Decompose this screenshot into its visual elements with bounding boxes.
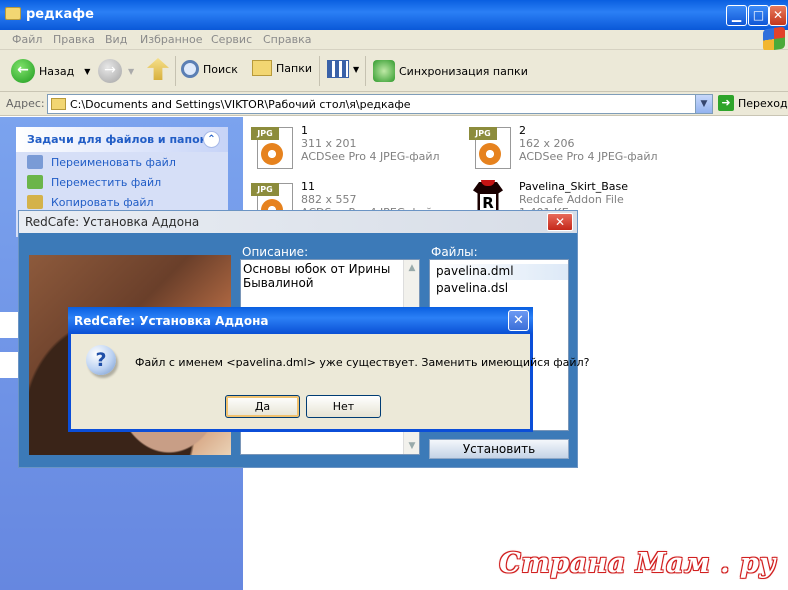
toolbar-separator xyxy=(319,56,320,86)
dialog-message: Файл с именем <pavelina.dml> уже существ… xyxy=(135,356,590,369)
maximize-button[interactable]: □ xyxy=(748,5,769,26)
replace-file-dialog: RedCafe: Установка Аддона ✕ ? Файл с име… xyxy=(68,307,589,432)
scroll-down-icon[interactable]: ▼ xyxy=(405,439,419,453)
file-type: ACDSee Pro 4 JPEG-файл xyxy=(301,150,440,163)
scroll-up-icon[interactable]: ▲ xyxy=(405,261,419,275)
menu-edit[interactable]: Правка xyxy=(53,33,95,46)
explorer-titlebar: редкафе ▁ □ ✕ xyxy=(0,0,788,30)
copy-icon xyxy=(27,195,43,209)
file-dimensions: 162 x 206 xyxy=(519,137,575,150)
views-button[interactable]: ▼ xyxy=(327,60,359,78)
toolbar-separator xyxy=(365,56,366,86)
go-arrow-icon: ➜ xyxy=(718,95,734,111)
menu-tools[interactable]: Сервис xyxy=(211,33,252,46)
file-type: ACDSee Pro 4 JPEG-файл xyxy=(519,150,658,163)
go-label: Переход xyxy=(738,96,788,110)
file-dimensions: 311 x 201 xyxy=(301,137,357,150)
address-input[interactable]: C:\Documents and Settings\VIKTOR\Рабочий… xyxy=(47,94,713,114)
search-button[interactable]: Поиск xyxy=(181,60,238,78)
back-button[interactable]: ← Назад ▼ xyxy=(11,59,90,83)
task-rename-label: Переименовать файл xyxy=(51,156,176,169)
go-button[interactable]: ➜ Переход xyxy=(718,95,788,111)
pane-strip xyxy=(0,312,20,338)
file-name: 2 xyxy=(519,124,526,137)
toolbar: ← Назад ▼ → ▼ Поиск Папки ▼ Синхронизаци… xyxy=(0,50,788,92)
file-type: Redcafe Addon File xyxy=(519,193,624,206)
up-arrow-icon xyxy=(147,58,169,80)
minimize-button[interactable]: ▁ xyxy=(726,5,747,26)
task-copy[interactable]: Копировать файл xyxy=(16,192,228,212)
chevron-down-icon[interactable]: ▼ xyxy=(695,95,712,113)
folders-label: Папки xyxy=(276,61,312,75)
sync-icon xyxy=(373,60,395,82)
address-label: Адрес: xyxy=(6,97,45,110)
window-title: редкафе xyxy=(26,7,94,22)
back-arrow-icon: ← xyxy=(11,59,35,83)
task-copy-label: Копировать файл xyxy=(51,196,154,209)
dialog-title: RedCafe: Установка Аддона xyxy=(74,314,269,328)
dialog-titlebar: RedCafe: Установка Аддона ✕ xyxy=(68,307,533,334)
sync-folder-button[interactable]: Синхронизация папки xyxy=(373,60,528,82)
collapse-icon[interactable]: ⌃ xyxy=(203,131,220,148)
folder-icon xyxy=(5,7,21,20)
back-label: Назад xyxy=(39,64,75,78)
addon-window-titlebar: RedCafe: Установка Аддона ✕ xyxy=(19,211,577,233)
list-item[interactable]: pavelina.dml xyxy=(430,264,568,280)
move-icon xyxy=(27,175,43,189)
task-move-label: Переместить файл xyxy=(51,176,162,189)
close-icon[interactable]: ✕ xyxy=(508,310,529,331)
file-tasks-header[interactable]: Задачи для файлов и папок ⌃ xyxy=(16,127,228,152)
chevron-down-icon[interactable]: ▼ xyxy=(84,67,90,76)
search-label: Поиск xyxy=(203,62,238,76)
menu-favorites[interactable]: Избранное xyxy=(140,33,202,46)
task-move[interactable]: Переместить файл xyxy=(16,172,228,192)
list-item[interactable]: pavelina.dsl xyxy=(430,281,568,297)
addon-window-title: RedCafe: Установка Аддона xyxy=(25,215,200,229)
close-icon[interactable]: ✕ xyxy=(547,213,573,231)
address-value: C:\Documents and Settings\VIKTOR\Рабочий… xyxy=(70,98,411,111)
file-dimensions: 882 x 557 xyxy=(301,193,357,206)
chevron-down-icon[interactable]: ▼ xyxy=(128,67,134,76)
jpg-file-icon: JPG xyxy=(467,124,513,170)
description-text: Основы юбок от Ирины Бывалиной xyxy=(243,262,391,290)
forward-arrow-icon: → xyxy=(98,59,122,83)
task-rename[interactable]: Переименовать файл xyxy=(16,152,228,172)
install-button[interactable]: Установить xyxy=(429,439,569,459)
folders-button[interactable]: Папки xyxy=(252,60,312,76)
forward-button[interactable]: → ▼ xyxy=(98,59,134,83)
file-name: 11 xyxy=(301,180,315,193)
jpg-file-icon: JPG xyxy=(249,124,295,170)
file-tasks-title: Задачи для файлов и папок xyxy=(27,133,208,146)
folders-icon xyxy=(252,60,272,76)
menu-help[interactable]: Справка xyxy=(263,33,311,46)
file-name: 1 xyxy=(301,124,308,137)
description-label: Описание: xyxy=(242,245,309,259)
menu-bar: Файл Правка Вид Избранное Сервис Справка xyxy=(0,30,788,50)
menu-view[interactable]: Вид xyxy=(105,33,127,46)
toolbar-separator xyxy=(175,56,176,86)
watermark-logo: Страна Мам . ру xyxy=(499,548,776,579)
files-label: Файлы: xyxy=(431,245,478,259)
search-icon xyxy=(181,60,199,78)
menu-file[interactable]: Файл xyxy=(12,33,42,46)
file-item-1[interactable]: JPG 1 311 x 201 ACDSee Pro 4 JPEG-файл xyxy=(249,124,449,172)
file-name: Pavelina_Skirt_Base xyxy=(519,180,629,193)
pane-strip xyxy=(0,352,20,378)
yes-button[interactable]: Да xyxy=(225,395,300,418)
close-button[interactable]: ✕ xyxy=(769,5,787,26)
file-item-2[interactable]: JPG 2 162 x 206 ACDSee Pro 4 JPEG-файл xyxy=(467,124,667,172)
sync-label: Синхронизация папки xyxy=(399,64,528,78)
chevron-down-icon: ▼ xyxy=(353,64,360,74)
no-button[interactable]: Нет xyxy=(306,395,381,418)
windows-logo-icon xyxy=(763,26,785,52)
folder-icon xyxy=(51,98,66,110)
views-icon xyxy=(327,60,349,78)
up-folder-button[interactable] xyxy=(147,58,169,80)
address-bar: Адрес: C:\Documents and Settings\VIKTOR\… xyxy=(0,92,788,116)
question-icon: ? xyxy=(86,345,116,375)
rename-icon xyxy=(27,155,43,169)
